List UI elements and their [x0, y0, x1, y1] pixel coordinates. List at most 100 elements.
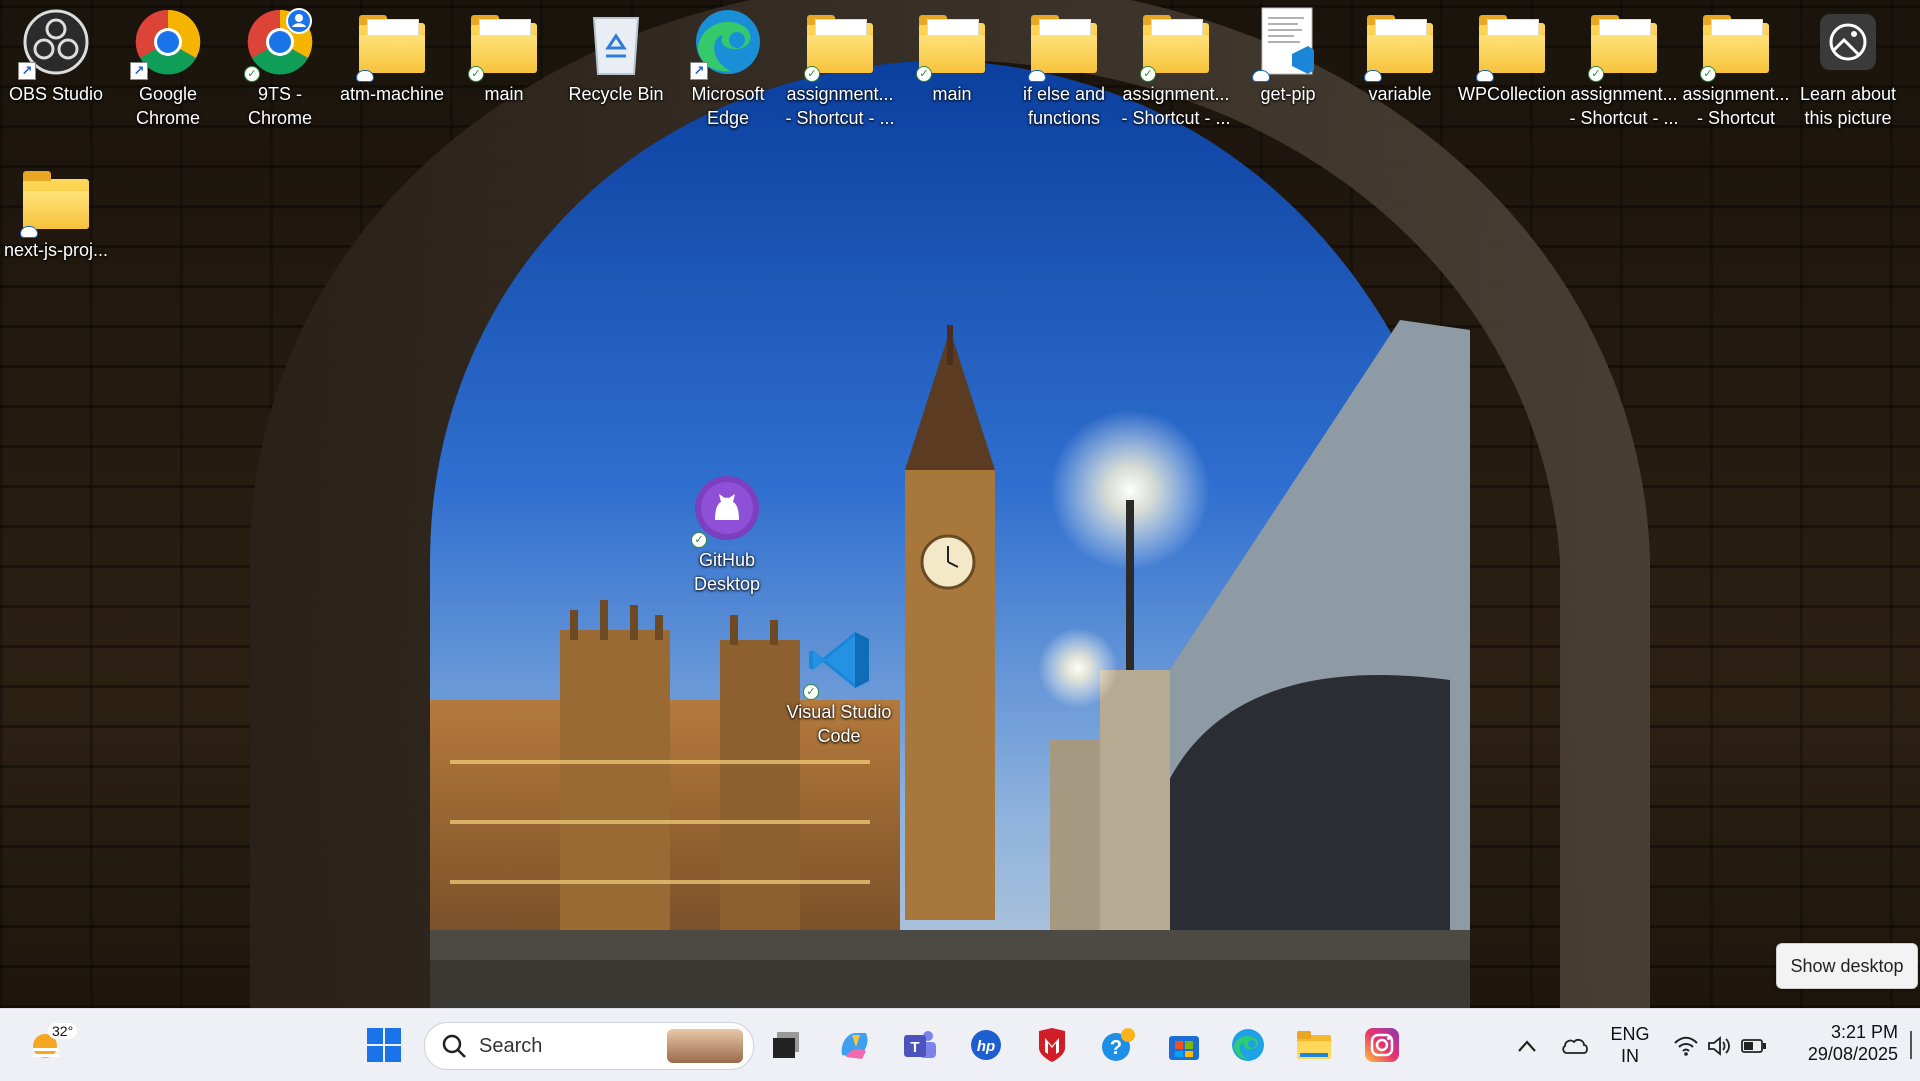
get-help-button[interactable]: ?: [1096, 1023, 1140, 1067]
desktop-icon[interactable]: atm-machine: [336, 4, 448, 106]
weather-temperature: 32°: [48, 1023, 78, 1039]
desktop-icon[interactable]: ✓ assignment... - Shortcut - ...: [1568, 4, 1680, 130]
icon-label: Recycle Bin: [568, 84, 664, 104]
edge-button[interactable]: [1226, 1023, 1270, 1067]
hp-icon: hp: [971, 1030, 1001, 1060]
search-input[interactable]: [477, 1033, 661, 1059]
volume-icon: [1708, 1036, 1730, 1056]
synced-check-icon: ✓: [244, 66, 260, 82]
desktop-icon-github-desktop[interactable]: ✓ GitHub Desktop: [671, 470, 783, 596]
icon-label: atm-machine: [339, 84, 445, 104]
cloud-status-icon: [1028, 70, 1046, 82]
synced-check-icon: ✓: [803, 684, 819, 700]
desktop-icon[interactable]: get-pip: [1232, 4, 1344, 106]
store-icon: [1169, 1036, 1199, 1060]
cloud-status-icon: [356, 70, 374, 82]
folder-icon: ✓: [914, 4, 990, 82]
edge-icon: [1232, 1029, 1264, 1061]
teams-icon: T: [904, 1031, 936, 1058]
chrome-profile-icon: ✓: [242, 4, 318, 82]
desktop-icon-next-js-project[interactable]: next-js-proj...: [0, 160, 112, 262]
get-help-icon: ?: [1102, 1028, 1135, 1061]
weather-widget[interactable]: 32°: [22, 1021, 78, 1067]
chrome-icon: ↗: [130, 4, 206, 80]
icon-label: next-js-proj...: [3, 240, 109, 260]
svg-text:T: T: [910, 1039, 919, 1056]
language-code: ENG: [1610, 1024, 1650, 1044]
desktop-icon[interactable]: if else and functions: [1008, 4, 1120, 130]
icon-label: WPCollection: [1457, 84, 1567, 104]
folder-icon: [18, 160, 94, 238]
icon-label: assignment... - Shortcut - ...: [1121, 84, 1231, 128]
desktop-icon-vscode[interactable]: ✓ Visual Studio Code: [783, 622, 895, 748]
chevron-up-icon: [1518, 1040, 1536, 1052]
svg-text:hp: hp: [977, 1038, 995, 1055]
icon-label: 9TS - Chrome: [247, 84, 313, 128]
start-button[interactable]: [362, 1023, 406, 1067]
desktop-icon[interactable]: ✓ assignment... - Shortcut - ...: [784, 4, 896, 130]
shortcut-arrow-icon: ↗: [130, 62, 148, 80]
file-explorer-button[interactable]: [1292, 1023, 1336, 1067]
synced-check-icon: ✓: [691, 532, 707, 548]
github-desktop-icon: ✓: [689, 470, 765, 548]
spotlight-icon: [1810, 4, 1886, 80]
desktop-icon[interactable]: ↗ Microsoft Edge: [672, 4, 784, 130]
search-icon: [442, 1034, 466, 1058]
icon-label: Visual Studio Code: [786, 702, 892, 746]
show-desktop-tooltip: Show desktop: [1776, 943, 1918, 989]
clock-time: 3:21 PM: [1830, 1022, 1898, 1042]
show-hidden-icons-button[interactable]: [1512, 1031, 1542, 1061]
wifi-icon: [1674, 1036, 1698, 1056]
icon-label: main: [932, 84, 972, 104]
desktop-wallpaper: [0, 0, 1920, 1008]
mcafee-icon: [1039, 1028, 1065, 1062]
instagram-icon: [1365, 1028, 1399, 1062]
shortcut-arrow-icon: ↗: [18, 62, 36, 80]
battery-icon: [1741, 1039, 1766, 1053]
cloud-icon: [1562, 1038, 1588, 1054]
icon-label: GitHub Desktop: [693, 550, 761, 594]
folder-icon: ✓: [802, 4, 878, 82]
desktop-icon[interactable]: ✓ assignment... - Shortcut: [1680, 4, 1792, 130]
onedrive-tray-button[interactable]: [1558, 1031, 1592, 1061]
icon-label: if else and functions: [1022, 84, 1106, 128]
cloud-status-icon: [20, 226, 38, 238]
folder-icon: ✓: [1586, 4, 1662, 82]
clock[interactable]: 3:21 PM 29/08/2025: [1786, 1021, 1898, 1065]
synced-check-icon: ✓: [916, 66, 932, 82]
taskbar-search-box[interactable]: [424, 1022, 754, 1070]
desktop-icon[interactable]: ✓ main: [896, 4, 1008, 106]
desktop-icon[interactable]: variable: [1344, 4, 1456, 106]
copilot-button[interactable]: [832, 1023, 876, 1067]
teams-button[interactable]: T: [898, 1023, 942, 1067]
quick-settings-button[interactable]: [1670, 1029, 1770, 1063]
icon-label: assignment... - Shortcut: [1682, 84, 1790, 128]
desktop-icon[interactable]: Learn about this picture: [1792, 4, 1904, 130]
icon-label: Microsoft Edge: [691, 84, 765, 128]
synced-check-icon: ✓: [1588, 66, 1604, 82]
shortcut-arrow-icon: ↗: [690, 62, 708, 80]
desktop-icon[interactable]: ↗ Google Chrome: [112, 4, 224, 130]
hp-button[interactable]: hp: [964, 1023, 1008, 1067]
desktop-icon[interactable]: ↗ OBS Studio: [0, 4, 112, 106]
synced-check-icon: ✓: [1700, 66, 1716, 82]
desktop-icon[interactable]: WPCollection: [1456, 4, 1568, 106]
task-view-button[interactable]: [764, 1023, 808, 1067]
desktop-icon[interactable]: ✓ assignment... - Shortcut - ...: [1120, 4, 1232, 130]
mcafee-button[interactable]: [1030, 1023, 1074, 1067]
microsoft-store-button[interactable]: [1162, 1023, 1206, 1067]
icon-label: assignment... - Shortcut - ...: [785, 84, 895, 128]
folder-icon: [1362, 4, 1438, 82]
show-desktop-button[interactable]: [1910, 1031, 1912, 1059]
desktop-icon[interactable]: ✓ main: [448, 4, 560, 106]
wallpaper-scene: [250, 0, 1650, 1008]
edge-icon: ↗: [690, 4, 766, 80]
input-language-indicator[interactable]: ENG IN: [1600, 1023, 1660, 1067]
instagram-button[interactable]: [1360, 1023, 1404, 1067]
clock-date: 29/08/2025: [1807, 1044, 1898, 1064]
icon-label: variable: [1368, 84, 1432, 104]
desktop-icon[interactable]: Recycle Bin: [560, 4, 672, 106]
folder-icon: ✓: [466, 4, 542, 82]
folder-icon: ✓: [1698, 4, 1774, 82]
desktop-icon[interactable]: ✓ 9TS - Chrome: [224, 4, 336, 130]
